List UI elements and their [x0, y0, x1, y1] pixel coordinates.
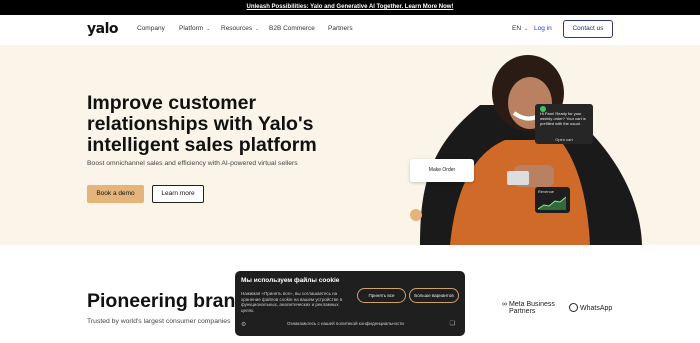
privacy-policy-link[interactable]: Ознакомьтесь с нашей политикой конфиденц…	[287, 321, 404, 326]
cookie-close-icon[interactable]: ❏	[450, 320, 455, 327]
nav-company[interactable]: Company	[137, 25, 165, 32]
nav-b2b-commerce[interactable]: B2B Commerce	[269, 25, 315, 32]
revenue-chart-icon	[538, 196, 566, 210]
chevron-down-icon: ⌄	[524, 26, 529, 32]
section-title: Pioneering brand	[87, 290, 248, 312]
section-subtitle: Trusted by world's largest consumer comp…	[87, 318, 231, 325]
contact-button[interactable]: Contact us	[563, 20, 613, 38]
nav-platform[interactable]: Platform ⌄	[179, 25, 210, 32]
chevron-down-icon: ⌄	[255, 26, 260, 32]
whatsapp-icon	[540, 106, 546, 112]
whatsapp-logo: WhatsApp	[569, 303, 612, 312]
accent-dot	[410, 209, 422, 221]
announcement-bar[interactable]: Unleash Possibilities: Yalo and Generati…	[0, 0, 700, 15]
learn-more-button[interactable]: Learn more	[152, 185, 204, 203]
revenue-label: Revenue	[538, 189, 555, 194]
more-options-button[interactable]: Больше вариантов	[409, 288, 459, 303]
cookie-banner: Мы используем файлы cookie Нажимая «Прин…	[235, 271, 465, 336]
book-demo-button[interactable]: Book a demo	[87, 185, 144, 203]
nav-partners[interactable]: Partners	[328, 25, 353, 32]
cookie-text: Нажимая «Принять все», вы соглашаетесь н…	[241, 291, 343, 313]
chevron-down-icon: ⌄	[206, 26, 211, 32]
hero-title: Improve customer relationships with Yalo…	[87, 92, 317, 156]
meta-partner-label: Meta Business Partners	[508, 301, 555, 315]
meta-icon: ∞	[502, 301, 507, 308]
whatsapp-label: WhatsApp	[580, 305, 613, 312]
nav-resources[interactable]: Resources ⌄	[221, 25, 259, 32]
gear-icon[interactable]: ⚙	[241, 321, 246, 328]
open-cart-link[interactable]: Open cart	[535, 137, 593, 142]
top-nav: yalo Company Platform ⌄ Resources ⌄ B2B Co…	[0, 15, 700, 45]
chat-message-text: Hi Pam! Ready for your weekly order? You…	[540, 111, 586, 126]
revenue-card: Revenue	[535, 187, 570, 213]
yalo-logo[interactable]: yalo	[87, 21, 119, 37]
hero-subtitle: Boost omnichannel sales and efficiency w…	[87, 160, 298, 167]
login-link[interactable]: Log in	[534, 25, 552, 32]
language-selector[interactable]: EN ⌄	[512, 25, 528, 32]
hero-person-image	[410, 55, 642, 245]
cookie-title: Мы используем файлы cookie	[241, 277, 340, 284]
phone	[507, 171, 529, 185]
make-order-card: Make Order	[410, 159, 474, 182]
whatsapp-icon	[569, 303, 578, 312]
meta-business-partners-logo: ∞ Meta Business Partners	[502, 301, 569, 315]
accept-all-button[interactable]: Принять все	[357, 288, 406, 303]
